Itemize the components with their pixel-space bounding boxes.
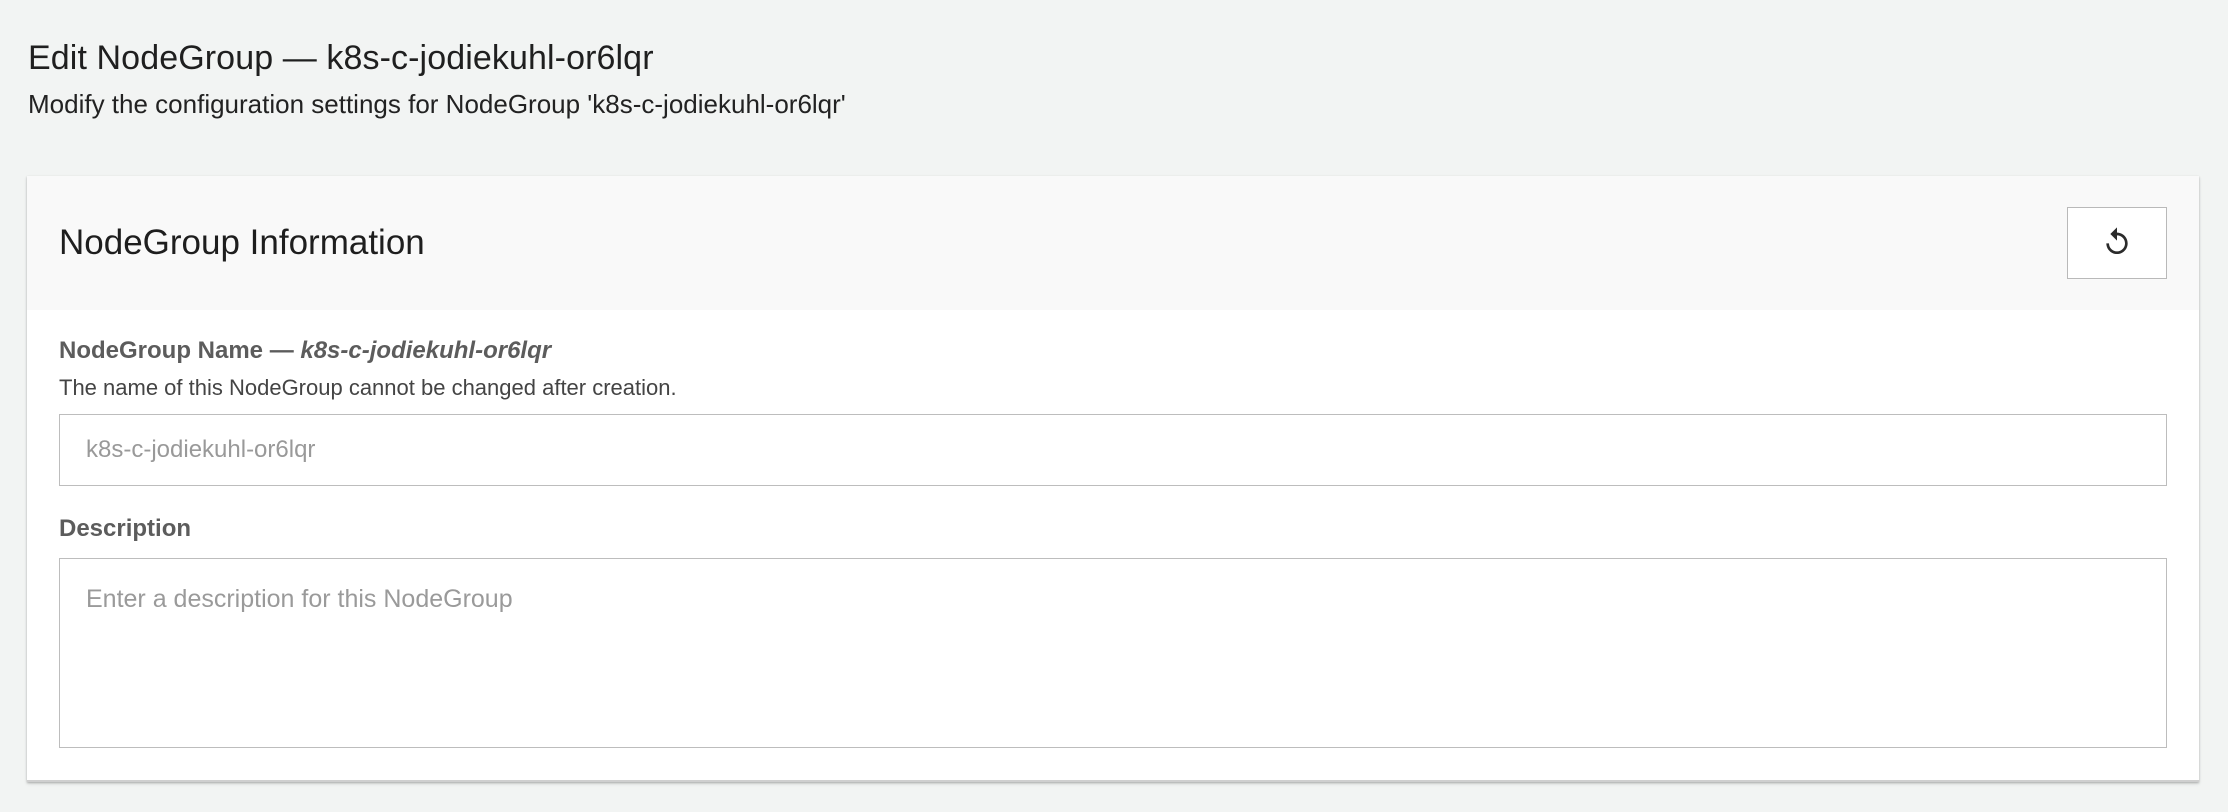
page-subtitle: Modify the configuration settings for No… (28, 89, 846, 119)
description-label: Description (59, 515, 192, 542)
page-header: Edit NodeGroup — k8s-c-jodiekuhl-or6lqr … (28, 34, 2188, 122)
card-header: NodeGroup Information (27, 176, 2199, 310)
description-textarea[interactable] (59, 558, 2167, 748)
reset-icon (2101, 226, 2133, 261)
name-label-prefix: NodeGroup Name — (59, 337, 301, 364)
nodegroup-name-input[interactable] (59, 414, 2167, 486)
card-body: NodeGroup Name — k8s-c-jodiekuhl-or6lqr … (27, 310, 2199, 748)
name-field-help: The name of this NodeGroup cannot be cha… (59, 375, 677, 400)
page-title: Edit NodeGroup — k8s-c-jodiekuhl-or6lqr (28, 39, 654, 77)
nodegroup-info-card: NodeGroup Information NodeGroup Name — k… (27, 176, 2199, 782)
reset-button[interactable] (2067, 207, 2167, 279)
card-title: NodeGroup Information (59, 223, 425, 262)
name-label-value: k8s-c-jodiekuhl-or6lqr (300, 337, 552, 364)
name-field-label: NodeGroup Name — k8s-c-jodiekuhl-or6lqr (59, 334, 2167, 368)
